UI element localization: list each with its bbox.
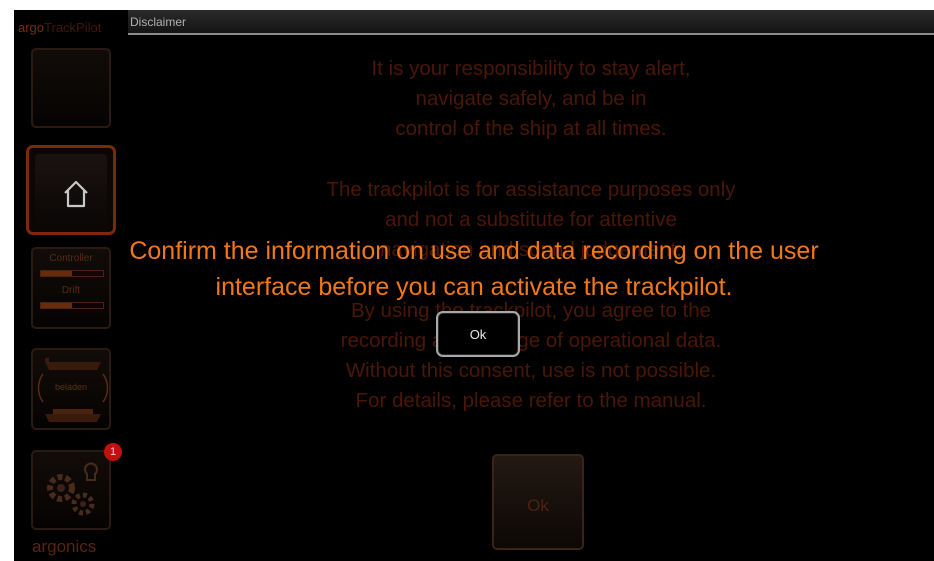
disclaimer-line: control of the ship at all times. [395, 117, 667, 140]
load-state-button[interactable]: beladen [31, 348, 111, 430]
disclaimer-line: It is your responsibility to stay alert, [371, 57, 691, 80]
home-icon [64, 180, 88, 208]
disclaimer-line: The trackpilot is for assistance purpose… [326, 178, 736, 201]
panel-title: Disclaimer [130, 15, 187, 29]
disclaimer-line: recording and storage of operational dat… [340, 329, 722, 352]
app-brand: argo [18, 20, 45, 35]
panel-header: Disclaimer [128, 10, 934, 35]
settings-button[interactable] [31, 450, 111, 530]
ship-loaded-icon [45, 409, 101, 422]
disclaimer-ok-label: Ok [527, 496, 549, 515]
warning-ok-button[interactable]: Ok [436, 311, 520, 357]
app-product: TrackPilot [44, 20, 102, 35]
load-state-label: beladen [54, 382, 88, 392]
consent-warning: Confirm the information on use and data … [14, 233, 934, 305]
consent-warning-line2: interface before you can activate the tr… [215, 273, 733, 301]
app-title: argoTrackPilot [18, 20, 101, 35]
notification-badge: 1 [104, 443, 122, 461]
disclaimer-ok-button[interactable]: Ok [492, 454, 584, 550]
consent-warning-line1: Confirm the information on use and data … [129, 237, 819, 265]
disclaimer-line: and not a substitute for attentive [385, 208, 677, 231]
disclaimer-line: For details, please refer to the manual. [355, 389, 707, 412]
footer-brand: argonics [32, 537, 97, 556]
blank-button[interactable] [31, 48, 111, 128]
home-button-face [35, 154, 107, 226]
disclaimer-line: Without this consent, use is not possibl… [345, 359, 717, 382]
home-button[interactable] [26, 145, 116, 235]
disclaimer-line: navigate safely, and be in [415, 87, 647, 110]
gears-icon [47, 462, 98, 516]
